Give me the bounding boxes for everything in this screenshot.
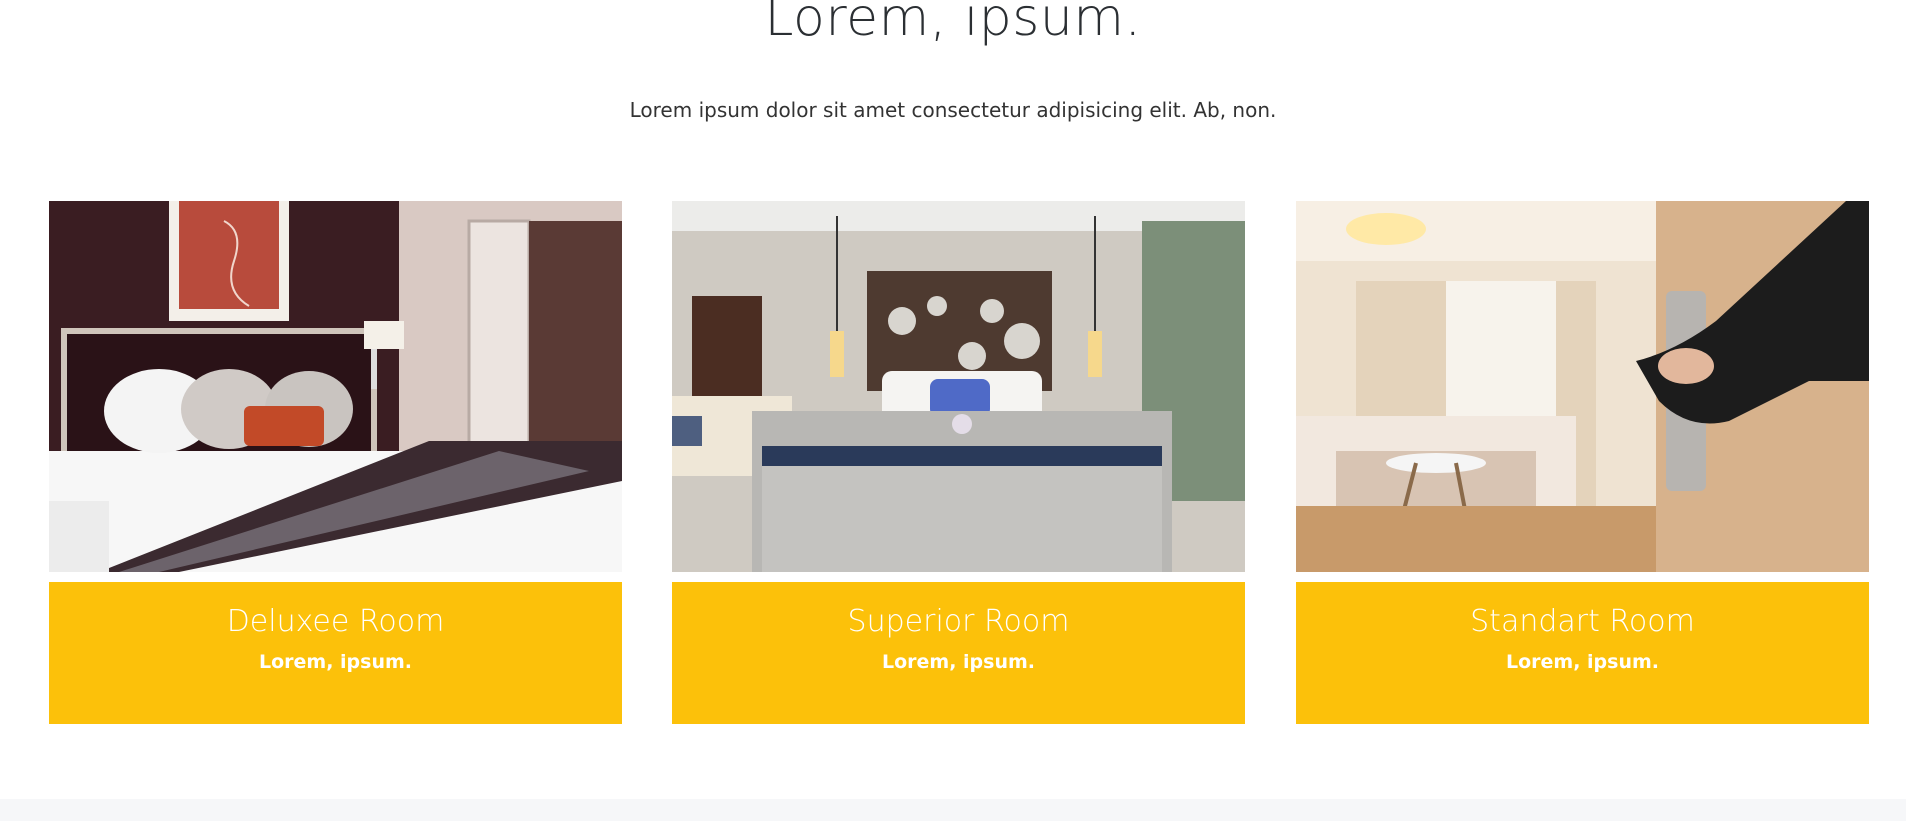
- section-subtitle: Lorem ipsum dolor sit amet consectetur a…: [629, 98, 1277, 122]
- room-subtitle: Lorem, ipsum.: [258, 651, 412, 673]
- room-card-standart[interactable]: Standart Room Lorem, ipsum.: [1296, 201, 1869, 724]
- room-caption-standart: Standart Room Lorem, ipsum.: [1296, 582, 1869, 724]
- section-title: Lorem, ipsum.: [764, 0, 1142, 48]
- room-photo-deluxe: [49, 201, 622, 572]
- room-card-deluxe[interactable]: Deluxee Room Lorem, ipsum.: [49, 201, 622, 724]
- room-photo-standart: [1296, 201, 1869, 572]
- room-title: Deluxee Room: [226, 604, 445, 639]
- room-subtitle: Lorem, ipsum.: [1505, 651, 1659, 673]
- room-card-superior[interactable]: Superior Room Lorem, ipsum.: [672, 201, 1245, 724]
- room-title: Superior Room: [847, 604, 1070, 639]
- room-photo-superior: [672, 201, 1245, 572]
- room-subtitle: Lorem, ipsum.: [881, 651, 1035, 673]
- room-title: Standart Room: [1470, 604, 1695, 639]
- room-caption-deluxe: Deluxee Room Lorem, ipsum.: [49, 582, 622, 724]
- room-caption-superior: Superior Room Lorem, ipsum.: [672, 582, 1245, 724]
- footer-strip: [0, 799, 1906, 821]
